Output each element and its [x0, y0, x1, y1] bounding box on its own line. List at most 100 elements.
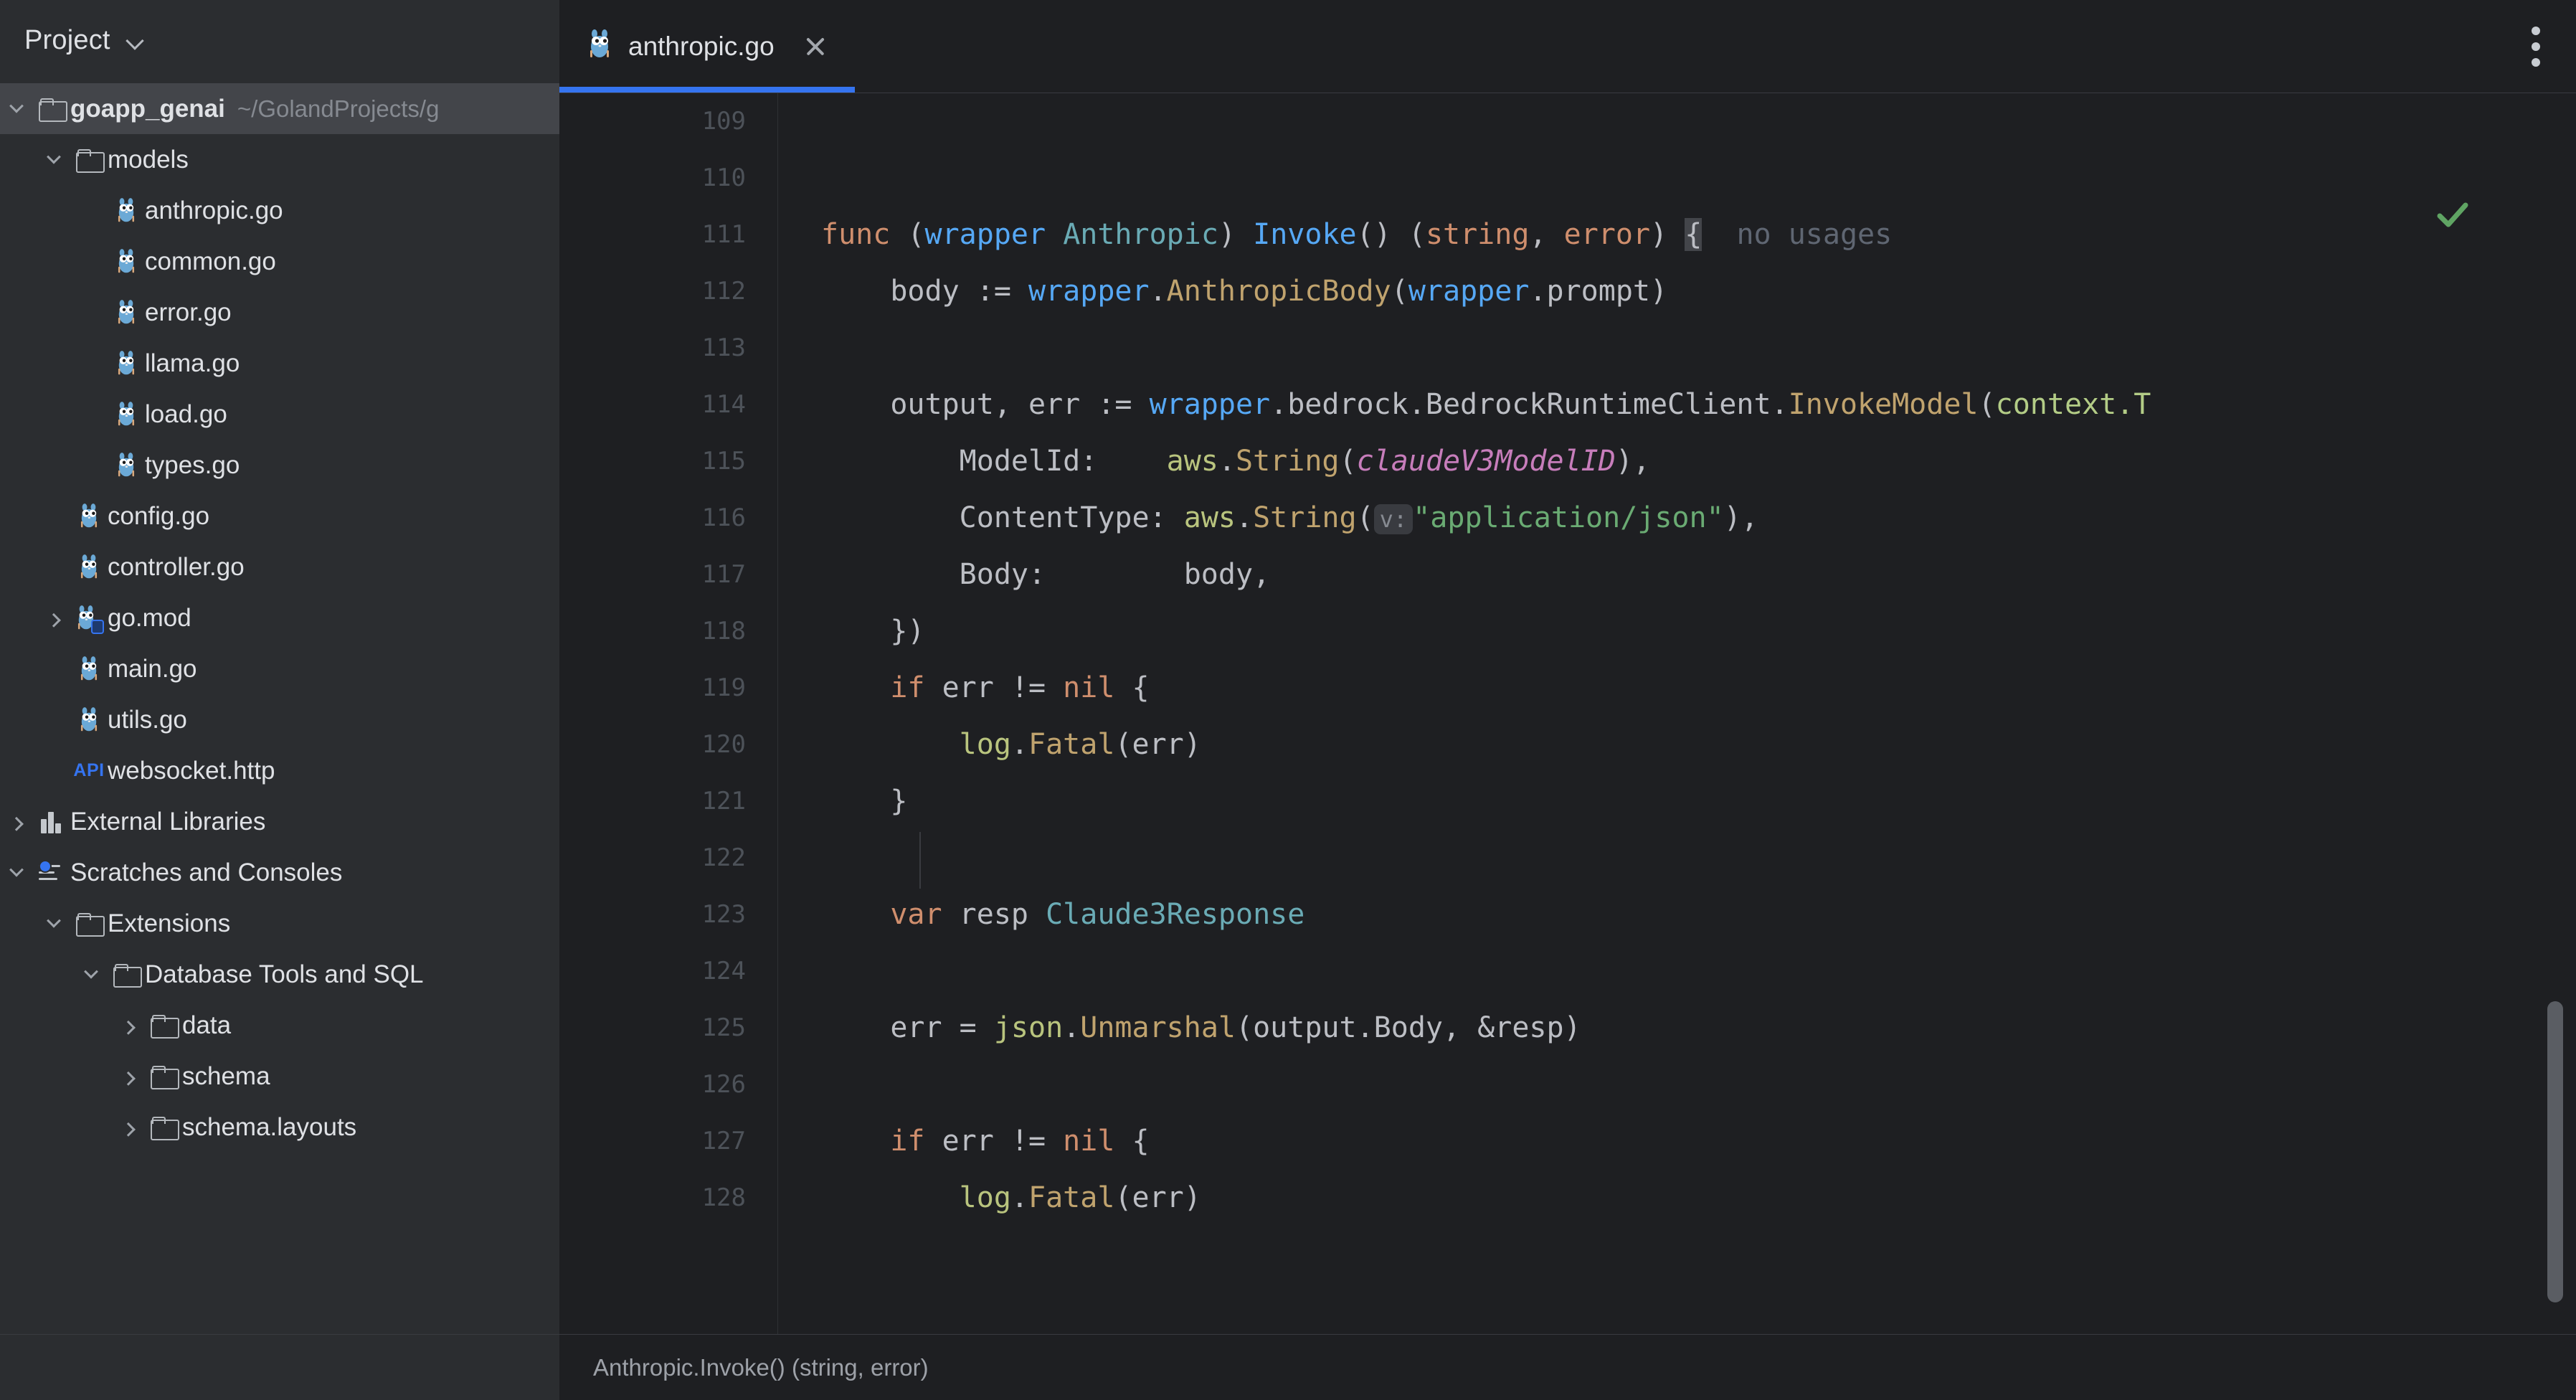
chevron-right-icon[interactable] [112, 1000, 145, 1051]
code-token: { [1114, 1125, 1149, 1158]
tree-item-error-go[interactable]: error.go [0, 287, 559, 338]
tree-item-label: websocket.http [108, 757, 275, 785]
code-token: nil [1063, 671, 1114, 704]
library-icon [33, 796, 70, 847]
code-editor[interactable]: func (wrapper Anthropic) Invoke() (strin… [778, 93, 2576, 1334]
code-line[interactable] [778, 943, 2576, 1000]
chevron-down-icon[interactable] [0, 847, 33, 898]
chevron-down-icon[interactable] [75, 949, 108, 1000]
tree-item-common-go[interactable]: common.go [0, 236, 559, 287]
tree-item-controller-go[interactable]: controller.go [0, 541, 559, 592]
code-line[interactable]: log.Fatal(err) [778, 1170, 2576, 1226]
tree-item-anthropic-go[interactable]: anthropic.go [0, 185, 559, 236]
tree-item-llama-go[interactable]: llama.go [0, 338, 559, 389]
tree-item-database-tools-and-sql[interactable]: Database Tools and SQL [0, 949, 559, 1000]
code-line[interactable]: ModelId: aws.String(claudeV3ModelID), [778, 433, 2576, 490]
tree-item-label: schema.layouts [182, 1113, 356, 1142]
code-token: ), [1616, 445, 1650, 478]
code-line[interactable]: func (wrapper Anthropic) Invoke() (strin… [778, 207, 2576, 263]
go-file-icon [108, 287, 145, 338]
chevron-right-icon[interactable] [0, 796, 33, 847]
code-line[interactable]: err = json.Unmarshal(output.Body, &resp) [778, 1000, 2576, 1056]
code-token: AnthropicBody [1167, 275, 1391, 308]
code-token: } [821, 785, 907, 818]
go-file-icon [108, 185, 145, 236]
tab-anthropic-go[interactable]: anthropic.go [559, 0, 855, 93]
code-token: { [1114, 671, 1149, 704]
chevron-down-icon[interactable] [37, 134, 70, 185]
code-token: err != [925, 1125, 1064, 1158]
tree-item-websocket-http[interactable]: APIwebsocket.http [0, 745, 559, 796]
tree-item-data[interactable]: data [0, 1000, 559, 1051]
line-number: 117 [559, 547, 777, 603]
editor-vertical-scrollbar[interactable] [2547, 1001, 2563, 1302]
tree-item-label: llama.go [145, 349, 240, 378]
code-token: context.T [1996, 388, 2151, 421]
code-token: . [1011, 1181, 1028, 1214]
green-checkmark-icon[interactable] [2435, 198, 2470, 232]
api-icon: API [70, 745, 108, 796]
line-number-gutter[interactable]: 1091101111121131141151161171181191201211… [559, 93, 778, 1334]
code-line[interactable]: output, err := wrapper.bedrock.BedrockRu… [778, 377, 2576, 433]
chevron-right-icon[interactable] [37, 592, 70, 643]
code-token: var [821, 898, 942, 931]
tree-item-goapp-genai[interactable]: goapp_genai~/GolandProjects/g [0, 83, 559, 134]
code-line[interactable] [778, 93, 2576, 150]
chevron-down-icon[interactable] [126, 31, 145, 49]
code-line[interactable]: } [778, 773, 2576, 830]
code-line[interactable] [778, 1056, 2576, 1113]
tree-item-label: common.go [145, 247, 276, 276]
tree-item-types-go[interactable]: types.go [0, 440, 559, 491]
project-sidebar: Project goapp_genai~/GolandProjects/gmod… [0, 0, 559, 1334]
code-token: nil [1063, 1125, 1114, 1158]
tree-item-external-libraries[interactable]: External Libraries [0, 796, 559, 847]
code-line[interactable]: if err != nil { [778, 660, 2576, 716]
code-token: .prompt [1529, 275, 1650, 308]
go-file-icon [108, 389, 145, 440]
code-token: err = [821, 1011, 994, 1044]
chevron-right-icon[interactable] [112, 1102, 145, 1153]
code-token: wrapper [1150, 388, 1271, 421]
code-line[interactable]: log.Fatal(err) [778, 716, 2576, 773]
tree-item-label: go.mod [108, 604, 191, 633]
line-number: 116 [559, 490, 777, 547]
chevron-down-icon[interactable] [0, 83, 33, 134]
code-line[interactable]: }) [778, 603, 2576, 660]
chevron-right-icon[interactable] [112, 1051, 145, 1102]
tree-item-load-go[interactable]: load.go [0, 389, 559, 440]
tree-item-models[interactable]: models [0, 134, 559, 185]
tree-item-scratches-and-consoles[interactable]: Scratches and Consoles [0, 847, 559, 898]
code-token: Unmarshal [1080, 1011, 1236, 1044]
code-line[interactable]: ContentType: aws.String(v:"application/j… [778, 490, 2576, 547]
code-token [1046, 218, 1063, 251]
tree-item-schema-layouts[interactable]: schema.layouts [0, 1102, 559, 1153]
code-line[interactable]: if err != nil { [778, 1113, 2576, 1170]
tree-spacer [37, 745, 70, 796]
folder-icon [108, 949, 145, 1000]
tree-item-schema[interactable]: schema [0, 1051, 559, 1102]
code-line[interactable] [778, 830, 2576, 886]
code-region: 1091101111121131141151161171181191201211… [559, 93, 2576, 1334]
code-token: . [1150, 275, 1167, 308]
line-number: 127 [559, 1113, 777, 1170]
tree-item-main-go[interactable]: main.go [0, 643, 559, 694]
code-line[interactable] [778, 320, 2576, 377]
chevron-down-icon[interactable] [37, 898, 70, 949]
code-token: (err) [1114, 1181, 1201, 1214]
tree-item-label: config.go [108, 502, 209, 531]
tree-item-config-go[interactable]: config.go [0, 491, 559, 541]
tree-item-go-mod[interactable]: go.mod [0, 592, 559, 643]
code-token: "application/json" [1413, 501, 1723, 534]
code-line[interactable]: var resp Claude3Response [778, 886, 2576, 943]
tree-item-extensions[interactable]: Extensions [0, 898, 559, 949]
tree-item-utils-go[interactable]: utils.go [0, 694, 559, 745]
code-line[interactable]: body := wrapper.AnthropicBody(wrapper.pr… [778, 263, 2576, 320]
folder-icon [33, 83, 70, 134]
project-tool-window-header[interactable]: Project [0, 0, 559, 80]
kebab-menu-icon[interactable] [2532, 27, 2540, 67]
code-line[interactable] [778, 150, 2576, 207]
scratches-icon [33, 847, 70, 898]
tree-item-label: error.go [145, 298, 232, 327]
close-icon[interactable] [800, 32, 830, 62]
code-line[interactable]: Body: body, [778, 547, 2576, 603]
